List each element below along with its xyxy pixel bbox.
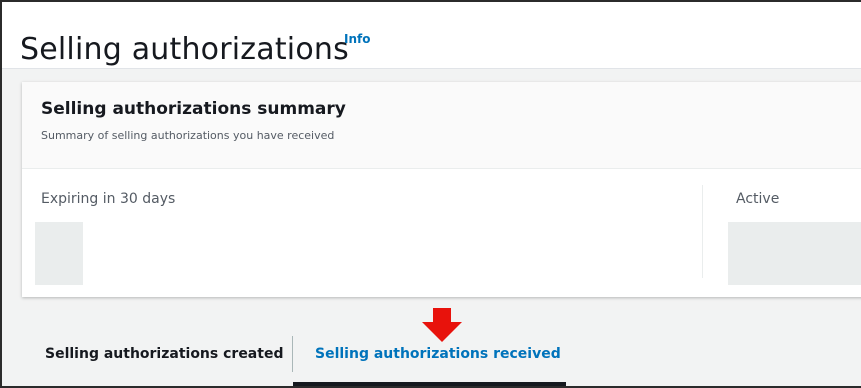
red-down-arrow-icon [422, 308, 462, 342]
stat-value-expiring-placeholder [35, 222, 83, 285]
page-header: Selling authorizations Info [2, 2, 861, 69]
stat-value-active-placeholder [728, 222, 861, 285]
page-frame: Selling authorizations Info Selling auth… [0, 0, 861, 388]
tab-separator [292, 336, 293, 372]
tab-selling-authorizations-created[interactable]: Selling authorizations created [45, 346, 283, 362]
info-link[interactable]: Info [344, 32, 370, 46]
page-title: Selling authorizations [20, 32, 349, 68]
stat-label-active: Active [736, 191, 780, 207]
summary-header: Selling authorizations summary Summary o… [22, 82, 861, 169]
tab-selling-authorizations-received[interactable]: Selling authorizations received [315, 346, 561, 362]
summary-card: Selling authorizations summary Summary o… [22, 82, 861, 297]
stat-label-expiring: Expiring in 30 days [41, 191, 176, 207]
stat-divider [702, 185, 703, 278]
tab-bar-baseline [2, 386, 861, 387]
summary-subtitle: Summary of selling authorizations you ha… [41, 129, 335, 142]
summary-title: Selling authorizations summary [41, 99, 346, 119]
